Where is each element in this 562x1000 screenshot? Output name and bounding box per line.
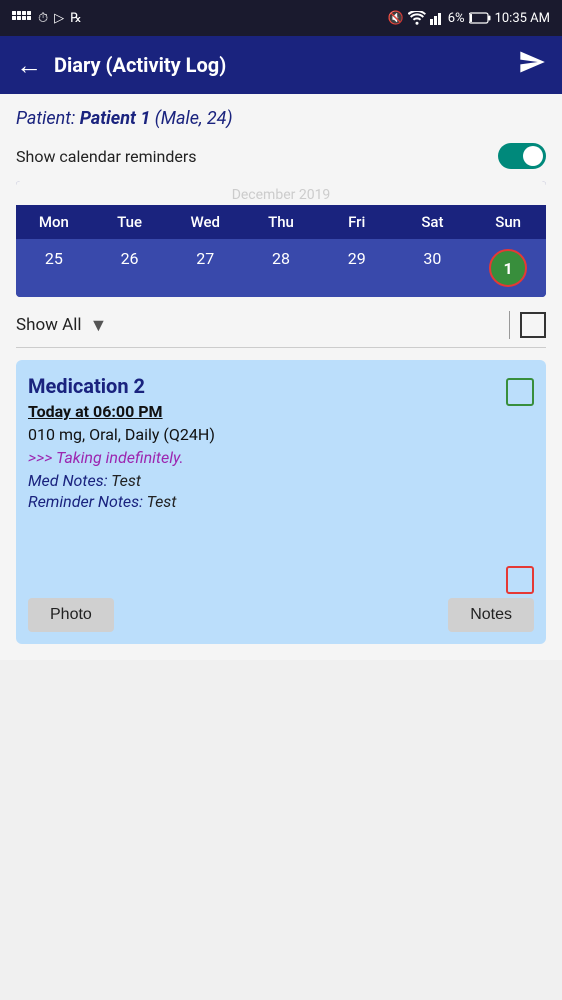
mute-icon: 🔇 [388, 11, 404, 26]
show-all-dropdown[interactable]: Show All ▼ [16, 315, 499, 336]
med-card-content: Medication 2 Today at 06:00 PM 010 mg, O… [28, 374, 498, 594]
medication-taking: >>> Taking indefinitely. [28, 448, 498, 467]
cal-day-30[interactable]: 30 [395, 239, 471, 297]
cal-header-wed: Wed [167, 205, 243, 239]
medication-card: Medication 2 Today at 06:00 PM 010 mg, O… [16, 360, 546, 644]
signal-icon [430, 11, 444, 25]
patient-name: Patient 1 [80, 108, 151, 129]
cal-day-1[interactable]: 1 [470, 239, 546, 297]
selected-day-circle: 1 [489, 249, 527, 287]
main-content: Patient: Patient 1 (Male, 24) Show calen… [0, 94, 562, 660]
wifi-icon [408, 11, 426, 25]
patient-label: Patient: [16, 108, 80, 129]
medication-reminder-notes: Reminder Notes: Test [28, 492, 498, 511]
back-button[interactable]: ← [16, 50, 42, 81]
app-header: ← Diary (Activity Log) [0, 36, 562, 94]
calendar-toggle-label: Show calendar reminders [16, 147, 197, 166]
battery-text: 6% [448, 11, 465, 26]
filter-label: Show All [16, 315, 82, 335]
reminder-notes-value: Test [147, 492, 177, 511]
calendar-days: 25 26 27 28 29 30 1 [16, 239, 546, 297]
cal-day-25[interactable]: 25 [16, 239, 92, 297]
reminder-notes-label: Reminder Notes: [28, 492, 147, 511]
card-buttons: Photo Notes [28, 598, 534, 632]
play-icon: ▷ [54, 11, 64, 26]
patient-info: Patient: Patient 1 (Male, 24) [16, 108, 546, 129]
cal-header-mon: Mon [16, 205, 92, 239]
rx-icon: ℞ [70, 11, 82, 26]
patient-meta: (Male, 24) [150, 108, 232, 129]
notes-button[interactable]: Notes [448, 598, 534, 632]
cal-day-27[interactable]: 27 [167, 239, 243, 297]
cal-day-26[interactable]: 26 [92, 239, 168, 297]
dropdown-arrow-icon: ▼ [90, 315, 108, 336]
clock-icon: ⏱ [38, 11, 48, 26]
medication-notes: Med Notes: Test [28, 471, 498, 490]
time-display: 10:35 AM [495, 11, 550, 26]
medication-time: Today at 06:00 PM [28, 402, 498, 421]
battery-icon [469, 12, 491, 24]
cal-header-fri: Fri [319, 205, 395, 239]
cal-header-thu: Thu [243, 205, 319, 239]
filter-row: Show All ▼ [16, 311, 546, 348]
med-card-inner: Medication 2 Today at 06:00 PM 010 mg, O… [28, 374, 534, 594]
status-left-icons: ⏱ ▷ ℞ [12, 11, 82, 26]
grid-icon [12, 11, 32, 25]
calendar-toggle-row: Show calendar reminders [16, 143, 546, 169]
med-notes-value: Test [111, 471, 141, 490]
medication-title: Medication 2 [28, 374, 498, 398]
med-check-red[interactable] [506, 566, 534, 594]
status-right-icons: 🔇 6% 10:35 AM [388, 11, 550, 26]
calendar-month: December 2019 [16, 181, 546, 205]
med-card-checkboxes [498, 374, 534, 594]
medication-details: 010 mg, Oral, Daily (Q24H) [28, 425, 498, 444]
cal-header-sun: Sun [470, 205, 546, 239]
med-check-green[interactable] [506, 378, 534, 406]
filter-checkbox[interactable] [520, 312, 546, 338]
filter-divider [509, 311, 510, 339]
paper-plane-icon [518, 48, 546, 76]
med-notes-label: Med Notes: [28, 471, 111, 490]
cal-header-sat: Sat [395, 205, 471, 239]
send-button[interactable] [518, 48, 546, 82]
cal-header-tue: Tue [92, 205, 168, 239]
photo-button[interactable]: Photo [28, 598, 114, 632]
calendar-headers: Mon Tue Wed Thu Fri Sat Sun [16, 205, 546, 239]
calendar-reminders-toggle[interactable] [498, 143, 546, 169]
cal-day-28[interactable]: 28 [243, 239, 319, 297]
status-bar: ⏱ ▷ ℞ 🔇 6% 10:35 AM [0, 0, 562, 36]
cal-day-29[interactable]: 29 [319, 239, 395, 297]
header-title: Diary (Activity Log) [54, 53, 518, 77]
calendar: December 2019 Mon Tue Wed Thu Fri Sat Su… [16, 181, 546, 297]
